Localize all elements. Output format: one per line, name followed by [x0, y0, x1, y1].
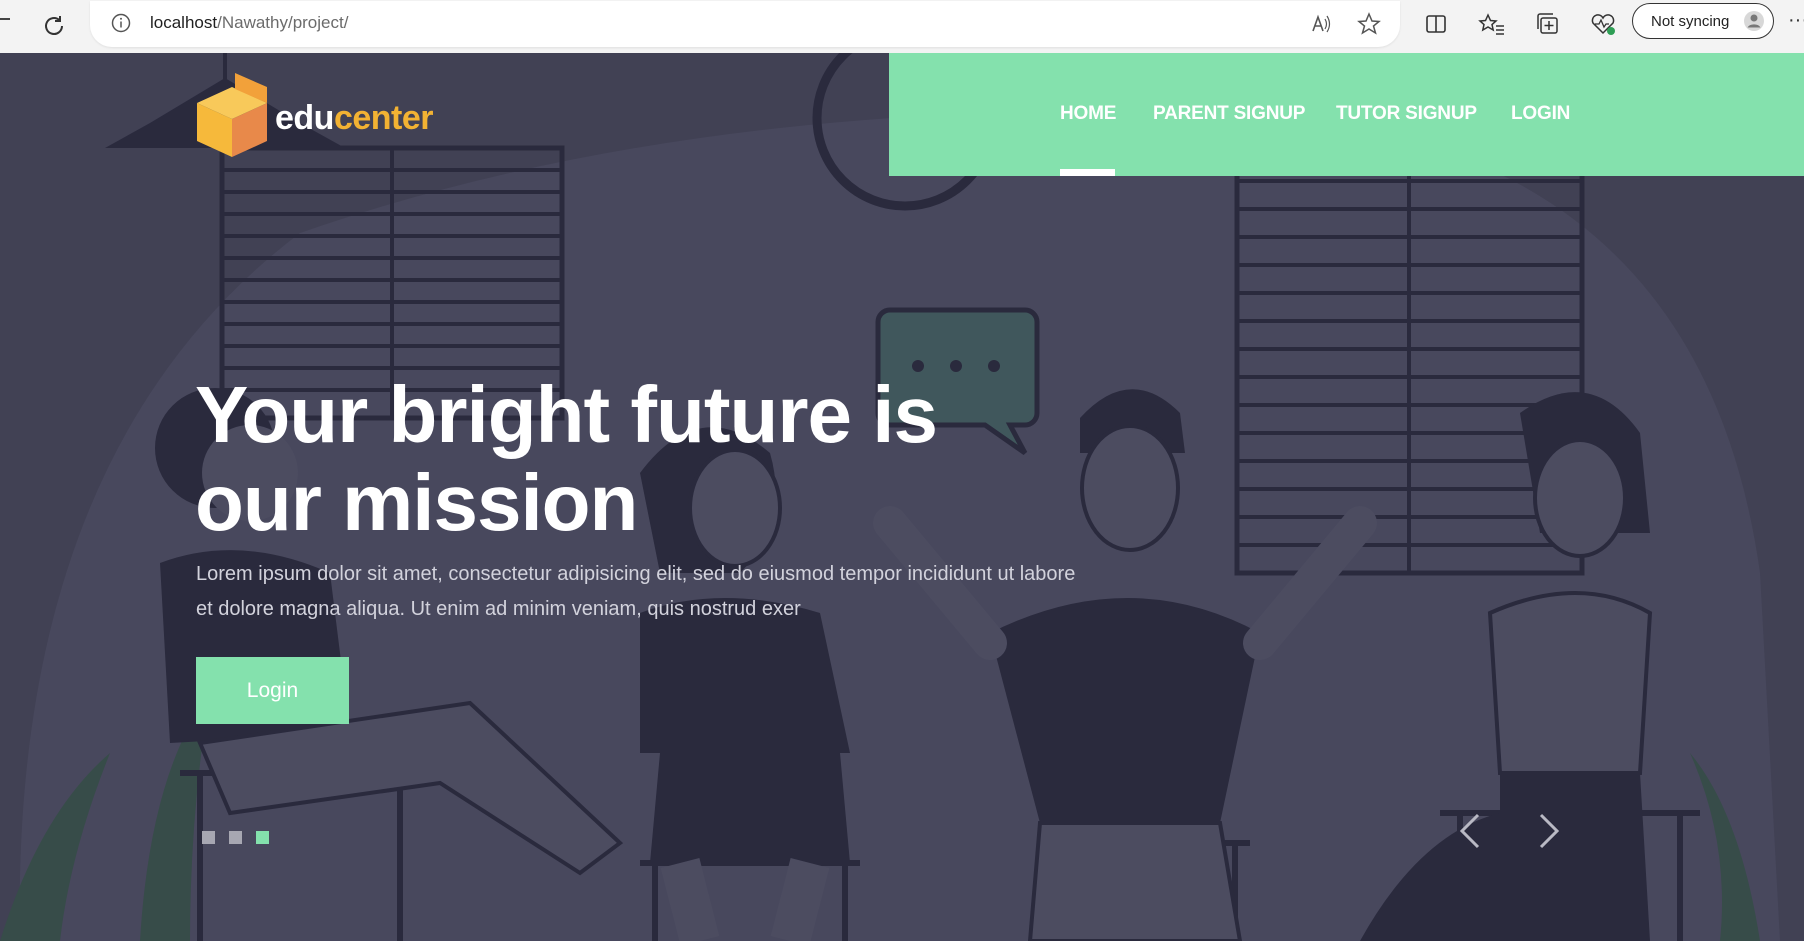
hero-headline-line-1: Your bright future is [195, 370, 938, 459]
reload-icon[interactable] [38, 10, 70, 42]
hero-headline-line-2: our mission [195, 458, 638, 547]
browser-essentials-icon[interactable] [1588, 9, 1618, 39]
logo-wordmark: educenter [275, 99, 434, 138]
nav-item-home[interactable]: Home [1060, 103, 1116, 125]
collections-icon[interactable] [1533, 9, 1563, 39]
profile-sync-button[interactable]: Not syncing [1632, 3, 1774, 39]
nav-item-tutor-signup[interactable]: Tutor Signup [1336, 103, 1477, 125]
browser-toolbar: localhost/Nawathy/project/ Not syncing ·… [0, 0, 1804, 53]
url-path: /Nawathy/project/ [217, 13, 349, 32]
split-screen-icon[interactable] [1421, 9, 1451, 39]
nav-item-parent-signup[interactable]: Parent Signup [1153, 103, 1305, 125]
slider-dot-1[interactable] [202, 831, 215, 844]
nav-active-indicator [1060, 169, 1115, 176]
favorite-star-icon[interactable] [1356, 11, 1382, 37]
url-host: localhost [150, 13, 218, 32]
hero-section: educenter Home Parent Signup Tutor Signu… [0, 53, 1804, 941]
url-text[interactable]: localhost/Nawathy/project/ [150, 13, 348, 33]
hero-headline: Your bright future is our mission [195, 371, 1095, 547]
slider-dot-2[interactable] [229, 831, 242, 844]
slider-prev-arrow-icon[interactable] [1456, 811, 1486, 851]
slider-dot-3[interactable] [256, 831, 269, 844]
hero-description: Lorem ipsum dolor sit amet, consectetur … [196, 563, 1076, 620]
main-nav: Home Parent Signup Tutor Signup Login [889, 53, 1804, 176]
slider-next-arrow-icon[interactable] [1533, 811, 1563, 851]
logo-text-edu: edu [275, 99, 334, 137]
profile-avatar-icon [1744, 11, 1764, 31]
site-logo[interactable]: educenter [195, 71, 455, 157]
more-menu-icon[interactable]: ··· [1788, 10, 1804, 33]
address-bar[interactable]: localhost/Nawathy/project/ [90, 1, 1400, 47]
sync-status-label: Not syncing [1651, 13, 1730, 30]
nav-item-login[interactable]: Login [1511, 103, 1570, 125]
site-info-icon[interactable] [110, 12, 132, 34]
logo-text-center: center [333, 99, 434, 137]
read-aloud-icon[interactable] [1308, 11, 1334, 37]
logo-box-icon [197, 73, 267, 157]
hero-login-button[interactable]: Login [196, 657, 349, 724]
back-button-edge[interactable] [0, 18, 10, 20]
favorites-list-icon[interactable] [1477, 9, 1507, 39]
